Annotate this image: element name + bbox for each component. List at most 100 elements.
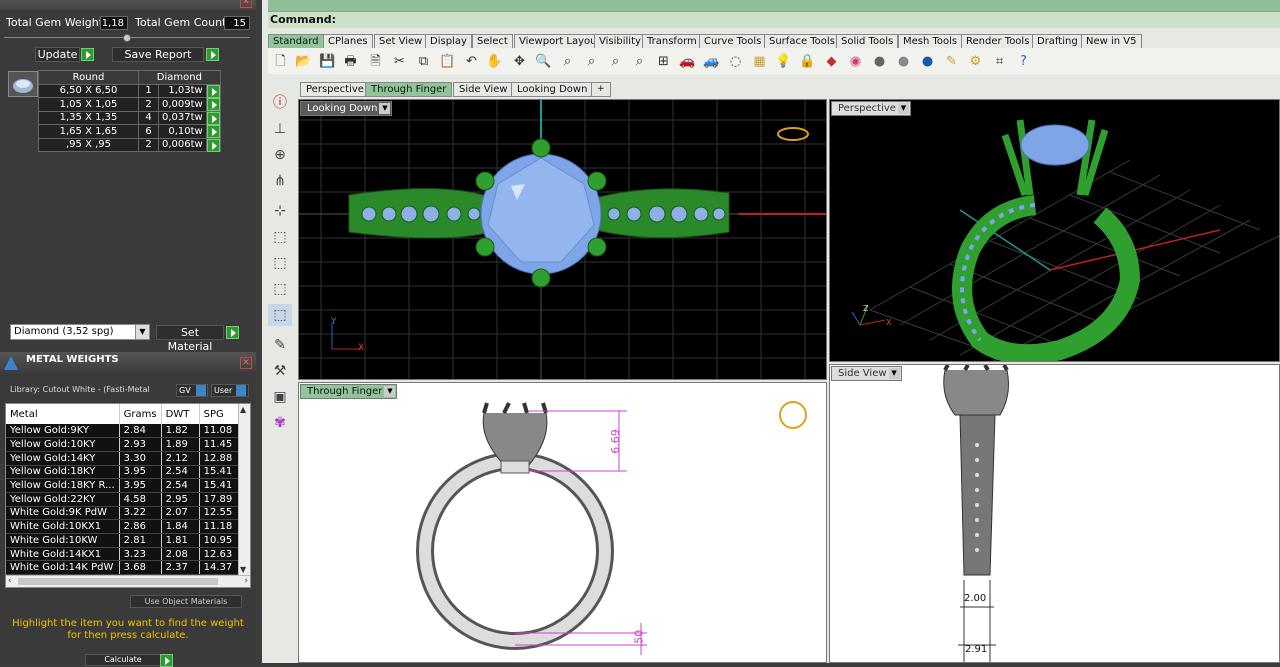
magic-wand-icon[interactable]: ✎ — [942, 52, 961, 71]
horizontal-scrollbar[interactable]: ‹ › — [6, 575, 250, 587]
viewport-looking-down[interactable]: Looking Down ▼ Y X — [298, 99, 827, 380]
car-icon[interactable]: 🚗 — [678, 52, 697, 71]
table-row[interactable]: 6,50 X 6,50 1 1,03tw — [38, 83, 221, 98]
table-row[interactable]: 1,05 X 1,05 2 0,009tw — [38, 97, 221, 112]
save-icon[interactable]: 💾 — [318, 52, 337, 71]
tab-drafting[interactable]: Drafting — [1032, 34, 1083, 48]
tab-display[interactable]: Display — [425, 34, 472, 48]
open-folder-icon[interactable]: 📂 — [294, 52, 313, 71]
tab-new-in-v5[interactable]: New in V5 — [1081, 34, 1142, 48]
lock-icon[interactable]: 🔒 — [798, 52, 817, 71]
calculate-button[interactable]: Calculate — [85, 654, 161, 666]
new-file-icon[interactable]: 🗋 — [271, 52, 290, 71]
use-object-materials-button[interactable]: Use Object Materials — [130, 595, 242, 608]
table-row[interactable]: Yellow Gold:14KY 3.30 2.12 12.88 — [6, 451, 240, 466]
add-tab-button[interactable]: + — [591, 82, 611, 97]
vertical-scrollbar[interactable]: ▲ ▼ — [238, 404, 250, 575]
tab-surface-tools[interactable]: Surface Tools — [764, 34, 840, 48]
close-icon[interactable]: ✕ — [240, 357, 252, 369]
chevron-down-icon[interactable]: ▼ — [897, 103, 909, 114]
table-row[interactable]: Yellow Gold:10KY 2.93 1.89 11.45 — [6, 437, 240, 452]
box-top-icon[interactable]: ⬚ — [268, 226, 292, 248]
pan-hand-icon[interactable]: ✋ — [485, 52, 504, 71]
tab-looking-down[interactable]: Looking Down — [511, 82, 594, 97]
tab-solid-tools[interactable]: Solid Tools — [836, 34, 899, 48]
tab-viewport-layout[interactable]: Viewport Layout — [514, 34, 606, 48]
help-icon[interactable]: ? — [1014, 52, 1033, 71]
table-row[interactable]: White Gold:9K PdW 3.22 2.07 12.55 — [6, 506, 240, 521]
box-right-icon[interactable]: ⬚ — [268, 278, 292, 300]
table-row[interactable]: Yellow Gold:18KY 3.95 2.54 15.41 — [6, 465, 240, 480]
tools-icon[interactable]: ⚒ — [268, 360, 292, 382]
tab-select[interactable]: Select — [472, 34, 513, 48]
zoom-icon[interactable]: 🔍 — [534, 52, 553, 71]
tab-mesh-tools[interactable]: Mesh Tools — [898, 34, 963, 48]
viewport-layout-icon[interactable]: ⊞ — [654, 52, 673, 71]
chevron-left-icon[interactable]: ‹ — [8, 576, 12, 586]
table-row[interactable]: White Gold:14K PdW 3.68 2.37 14.37 — [6, 560, 240, 576]
table-row[interactable]: 1,65 X 1,65 6 0,10tw — [38, 124, 221, 139]
zoom-all-icon[interactable]: ⌕ — [630, 52, 649, 71]
chevron-down-icon[interactable]: ▼ — [384, 386, 396, 397]
table-row[interactable]: White Gold:10KW 2.81 1.81 10.95 — [6, 533, 240, 548]
tab-standard[interactable]: Standard — [268, 34, 324, 48]
grid-icon[interactable]: ▣ — [268, 386, 292, 408]
copy-icon[interactable]: ⧉ — [414, 52, 433, 71]
shaded-sphere-icon[interactable]: ● — [870, 52, 889, 71]
chevron-down-icon[interactable]: ▼ — [379, 103, 391, 114]
table-row[interactable]: White Gold:14KX1 3.23 2.08 12.63 — [6, 547, 240, 562]
chevron-down-icon[interactable]: ▼ — [135, 325, 149, 339]
zoom-extents-icon[interactable]: ⌕ — [582, 52, 601, 71]
snap-icon[interactable]: ⌗ — [990, 52, 1009, 71]
tab-side-view[interactable]: Side View — [453, 82, 514, 97]
close-icon[interactable]: ✕ — [240, 0, 252, 8]
play-icon[interactable] — [226, 326, 239, 339]
update-button[interactable]: Update — [35, 47, 80, 62]
viewport-through-finger[interactable]: Through Finger ▼ 6.69 .50 — [298, 382, 827, 663]
nodes-icon[interactable]: ⋔ — [268, 170, 292, 192]
axis-icon[interactable]: ⊥ — [268, 118, 292, 140]
cut-icon[interactable]: ✂ — [390, 52, 409, 71]
save-report-button[interactable]: Save Report — [112, 47, 204, 62]
chevron-up-icon[interactable]: ▲ — [240, 405, 246, 414]
table-row[interactable]: ,95 X ,95 2 0,006tw — [38, 137, 221, 152]
play-icon[interactable] — [160, 654, 173, 667]
scroll-thumb[interactable] — [18, 578, 218, 585]
zoom-window-icon[interactable]: ⌕ — [558, 52, 577, 71]
brush-icon[interactable]: ✎ — [268, 334, 292, 356]
gumball-icon[interactable]: ⊹ — [268, 200, 292, 222]
viewport-title[interactable]: Looking Down ▼ — [300, 101, 393, 116]
command-line[interactable]: Command: — [268, 11, 1280, 28]
info-icon[interactable]: ⓘ — [268, 92, 292, 114]
chevron-right-icon[interactable]: › — [244, 576, 248, 586]
play-icon[interactable] — [206, 48, 219, 61]
box-front-icon[interactable]: ⬚ — [268, 252, 292, 274]
tab-perspective[interactable]: Perspective — [300, 82, 370, 97]
circle-select-icon[interactable]: ◌ — [726, 52, 745, 71]
tab-set-view[interactable]: Set View — [374, 34, 428, 48]
blue-sphere-icon[interactable]: ● — [918, 52, 937, 71]
print-icon[interactable]: 🖶 — [341, 52, 360, 71]
play-icon[interactable] — [206, 125, 220, 138]
paste-icon[interactable]: 📋 — [438, 52, 457, 71]
target-icon[interactable]: ⊕ — [268, 144, 292, 166]
splitter-handle[interactable] — [123, 34, 131, 42]
viewport-title[interactable]: Through Finger ▼ — [300, 384, 398, 399]
rendered-sphere-icon[interactable]: ● — [894, 52, 913, 71]
table-row[interactable]: White Gold:10KX1 2.86 1.84 11.18 — [6, 519, 240, 534]
metal-weights-list[interactable]: Metal Grams DWT SPG Yellow Gold:9KY 2.84 1… — [5, 403, 251, 588]
light-bulb-icon[interactable]: 💡 — [774, 52, 793, 71]
table-row[interactable]: 1,35 X 1,35 4 0,037tw — [38, 110, 221, 125]
play-icon[interactable] — [81, 48, 94, 61]
play-icon[interactable] — [206, 111, 220, 125]
viewport-perspective[interactable]: Perspective ▼ Z X — [829, 99, 1280, 362]
tab-transform[interactable]: Transform — [642, 34, 702, 48]
viewport-side-view[interactable]: Side View ▼ 2.00 2.91 — [829, 364, 1280, 663]
export-icon[interactable]: 🗎 — [366, 52, 385, 71]
zoom-selected-icon[interactable]: ⌕ — [606, 52, 625, 71]
options-gear-icon[interactable]: ⚙ — [966, 52, 985, 71]
chevron-down-icon[interactable]: ▼ — [240, 565, 246, 574]
table-row[interactable]: Yellow Gold:22KY 4.58 2.95 17.89 — [6, 492, 240, 507]
tab-visibility[interactable]: Visibility — [594, 34, 646, 48]
box-perspective-icon[interactable]: ⬚ — [268, 304, 292, 326]
